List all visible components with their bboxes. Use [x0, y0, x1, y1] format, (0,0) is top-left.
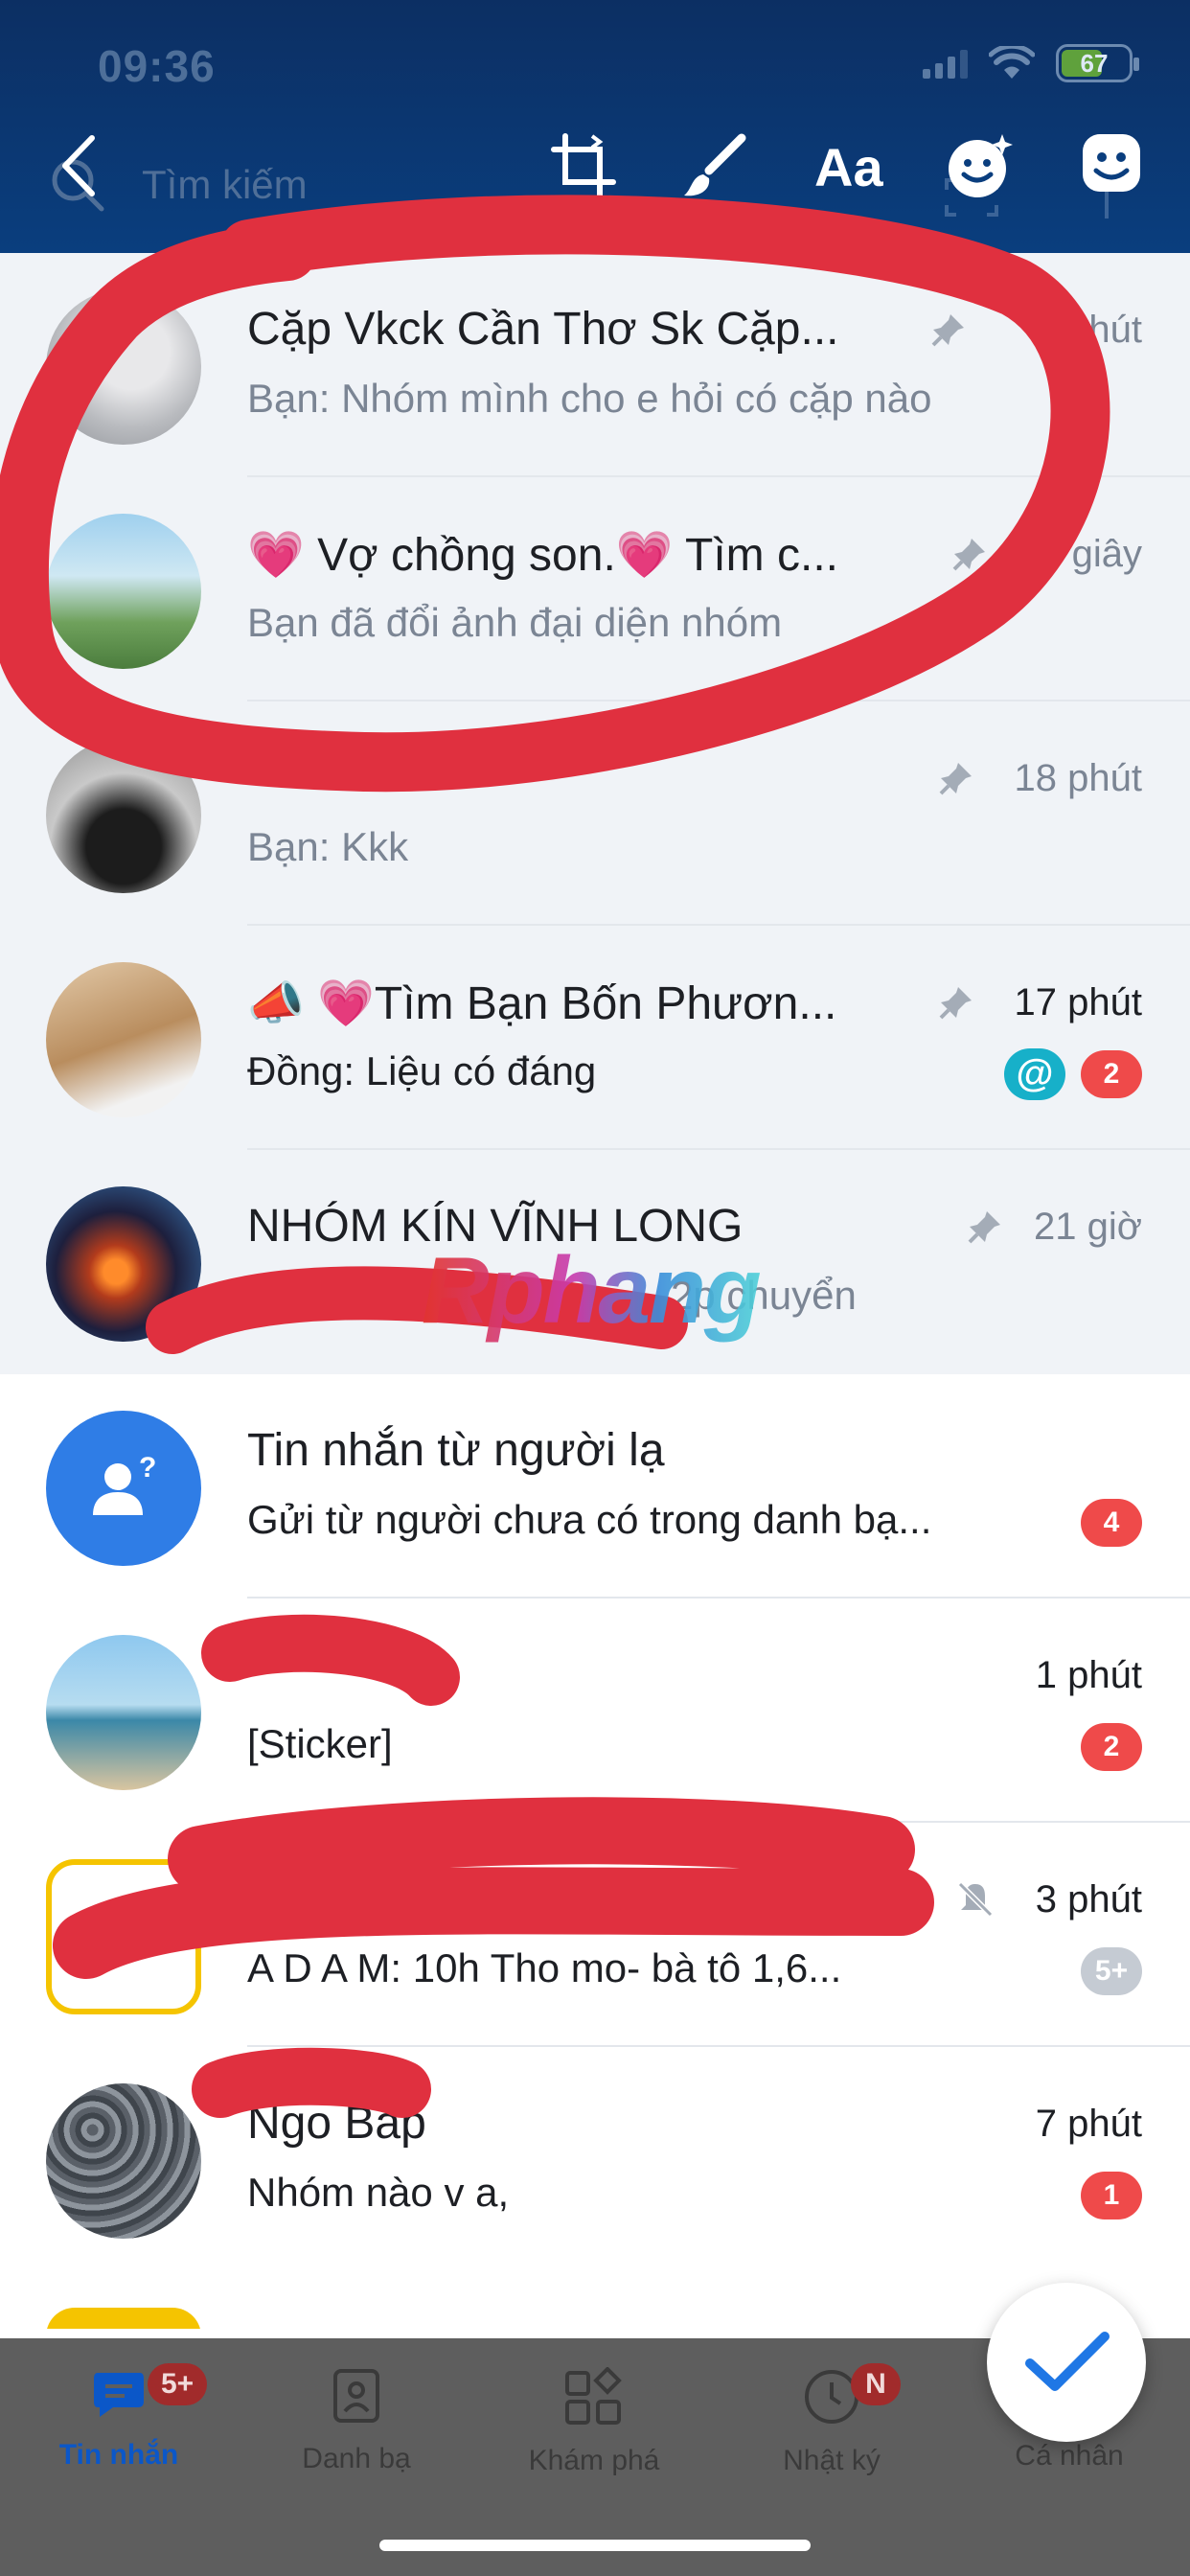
- conversation-time: 17 phút: [1014, 981, 1142, 1024]
- conversation-title: Cặp Vkck Cần Thơ Sk Cặp...: [247, 304, 839, 355]
- contacts-icon: [333, 2369, 379, 2423]
- conversation-preview: Gửi từ người chưa có trong danh bạ...: [247, 1497, 932, 1542]
- tab-contacts[interactable]: Danh bạ: [251, 2367, 462, 2475]
- tab-label: Cá nhân: [1015, 2440, 1124, 2472]
- conversation-time: 7 phút: [1035, 2103, 1142, 2145]
- heart-icon: 💗: [317, 978, 375, 1029]
- tab-timeline[interactable]: N Nhật ký: [726, 2363, 937, 2477]
- watermark: Rphang: [422, 1237, 762, 1343]
- conversation-time: 1 phút: [1035, 1654, 1142, 1696]
- pin-icon: [952, 539, 985, 571]
- tab-messages[interactable]: 5+ Tin nhắn: [13, 2363, 224, 2472]
- heart-icon: 💗: [615, 530, 674, 581]
- conversation-preview: Đồng: Liệu có đáng: [247, 1048, 597, 1093]
- text-tool-button[interactable]: Aa: [814, 136, 883, 198]
- battery-percent: 67: [1080, 49, 1109, 78]
- mention-badge: @: [1004, 1048, 1065, 1100]
- conversation-title: Ngo Bap: [247, 2098, 426, 2149]
- chat-icon: [94, 2373, 144, 2417]
- status-time: 09:36: [98, 41, 216, 91]
- conversation-item[interactable]: Bạn: Kkk 18 phút: [0, 702, 1190, 926]
- svg-text:?: ?: [139, 1452, 156, 1484]
- signal-icon: [923, 48, 968, 79]
- tab-label: Tin nhắn: [58, 2439, 179, 2471]
- unread-badge: 4: [1081, 1499, 1142, 1547]
- conversation-preview: [Sticker]: [247, 1721, 393, 1766]
- megaphone-icon: 📣: [247, 978, 305, 1029]
- conversation-time: 3 phút: [1035, 1878, 1142, 1920]
- conversation-item[interactable]: 💗 Vợ chồng son.💗 Tìm c... Bạn đã đổi ảnh…: [0, 477, 1190, 702]
- timeline-badge: N: [851, 2363, 901, 2405]
- conversation-title: 📣 💗Tìm Bạn Bốn Phươn...: [247, 978, 837, 1029]
- conversation-time: 21 giờ: [1034, 1206, 1142, 1248]
- conversation-preview: Bạn đã đổi ảnh đại diện nhóm: [247, 600, 783, 645]
- mute-icon: [957, 1881, 994, 1918]
- pin-icon: [939, 763, 972, 795]
- status-icons: 67: [923, 42, 1139, 84]
- unread-badge: 2: [1081, 1723, 1142, 1771]
- avatar: ?: [46, 1411, 201, 1566]
- conversation-item[interactable]: ? Tin nhắn từ người lạ Gửi từ người chưa…: [0, 1374, 1190, 1598]
- avatar: [46, 514, 201, 669]
- pin-icon: [939, 987, 972, 1020]
- tab-label: Danh bạ: [302, 2443, 411, 2474]
- avatar: [46, 1859, 201, 2014]
- wifi-icon: [989, 46, 1035, 80]
- avatar: [46, 289, 201, 445]
- unread-badge: 5+: [1081, 1947, 1142, 1995]
- confirm-button[interactable]: [987, 2283, 1146, 2442]
- pin-icon: [931, 314, 964, 347]
- avatar: [46, 1186, 201, 1342]
- conversation-preview: Nhóm nào v a,: [247, 2170, 510, 2215]
- battery-icon: 67: [1056, 44, 1139, 82]
- unknown-user-icon: ?: [93, 1452, 156, 1515]
- conversation-item[interactable]: 📣 💗Tìm Bạn Bốn Phươn... Đồng: Liệu có đá…: [0, 926, 1190, 1150]
- avatar: [46, 962, 201, 1117]
- unread-badge: 1: [1081, 2172, 1142, 2220]
- avatar: [46, 1635, 201, 1790]
- tab-label: Nhật ký: [783, 2445, 881, 2476]
- conversation-preview: Bạn: Kkk: [247, 824, 409, 869]
- emoji-icon[interactable]: [1081, 132, 1142, 194]
- crop-rotate-icon[interactable]: [550, 132, 619, 201]
- conversation-item[interactable]: A D A M: 10h Tho mo- bà tô 1,6... 3 phút…: [0, 1823, 1190, 2047]
- conversation-preview: Bạn: Nhóm mình cho e hỏi có cặp nào: [247, 376, 932, 421]
- tab-discover[interactable]: Khám phá: [489, 2366, 699, 2477]
- avatar: [46, 2308, 201, 2329]
- avatar: [46, 738, 201, 893]
- brush-icon[interactable]: [678, 132, 747, 201]
- conversation-preview: A D A M: 10h Tho mo- bà tô 1,6...: [247, 1945, 842, 1990]
- checkmark-icon: [1025, 2332, 1110, 2391]
- conversation-item[interactable]: Cặp Vkck Cần Thơ Sk Cặp... Bạn: Nhóm mìn…: [0, 253, 1190, 477]
- conversation-time: giây: [1071, 533, 1142, 575]
- search-placeholder: Tìm kiếm: [142, 162, 308, 207]
- sticker-icon[interactable]: [947, 132, 1014, 201]
- header-bar: 09:36 67 Tìm kiếm Aa: [0, 0, 1190, 253]
- conversation-title: Tin nhắn từ người lạ: [247, 1425, 665, 1476]
- conversation-title: 💗 Vợ chồng son.💗 Tìm c...: [247, 530, 838, 581]
- conversation-time: phút: [1067, 309, 1142, 351]
- tab-label: Khám phá: [528, 2445, 660, 2476]
- pin-icon: [968, 1211, 1000, 1244]
- conversation-item[interactable]: [Sticker] 1 phút 2: [0, 1598, 1190, 1823]
- conversation-time: 18 phút: [1014, 757, 1142, 799]
- back-icon[interactable]: [54, 132, 107, 199]
- discover-icon: [565, 2366, 622, 2425]
- avatar: [46, 2083, 201, 2239]
- home-indicator: [379, 2540, 811, 2551]
- heart-icon: 💗: [247, 530, 305, 581]
- messages-badge: 5+: [148, 2363, 208, 2405]
- unread-badge: 2: [1081, 1050, 1142, 1098]
- conversation-item[interactable]: Ngo Bap Nhóm nào v a, 7 phút 1: [0, 2047, 1190, 2271]
